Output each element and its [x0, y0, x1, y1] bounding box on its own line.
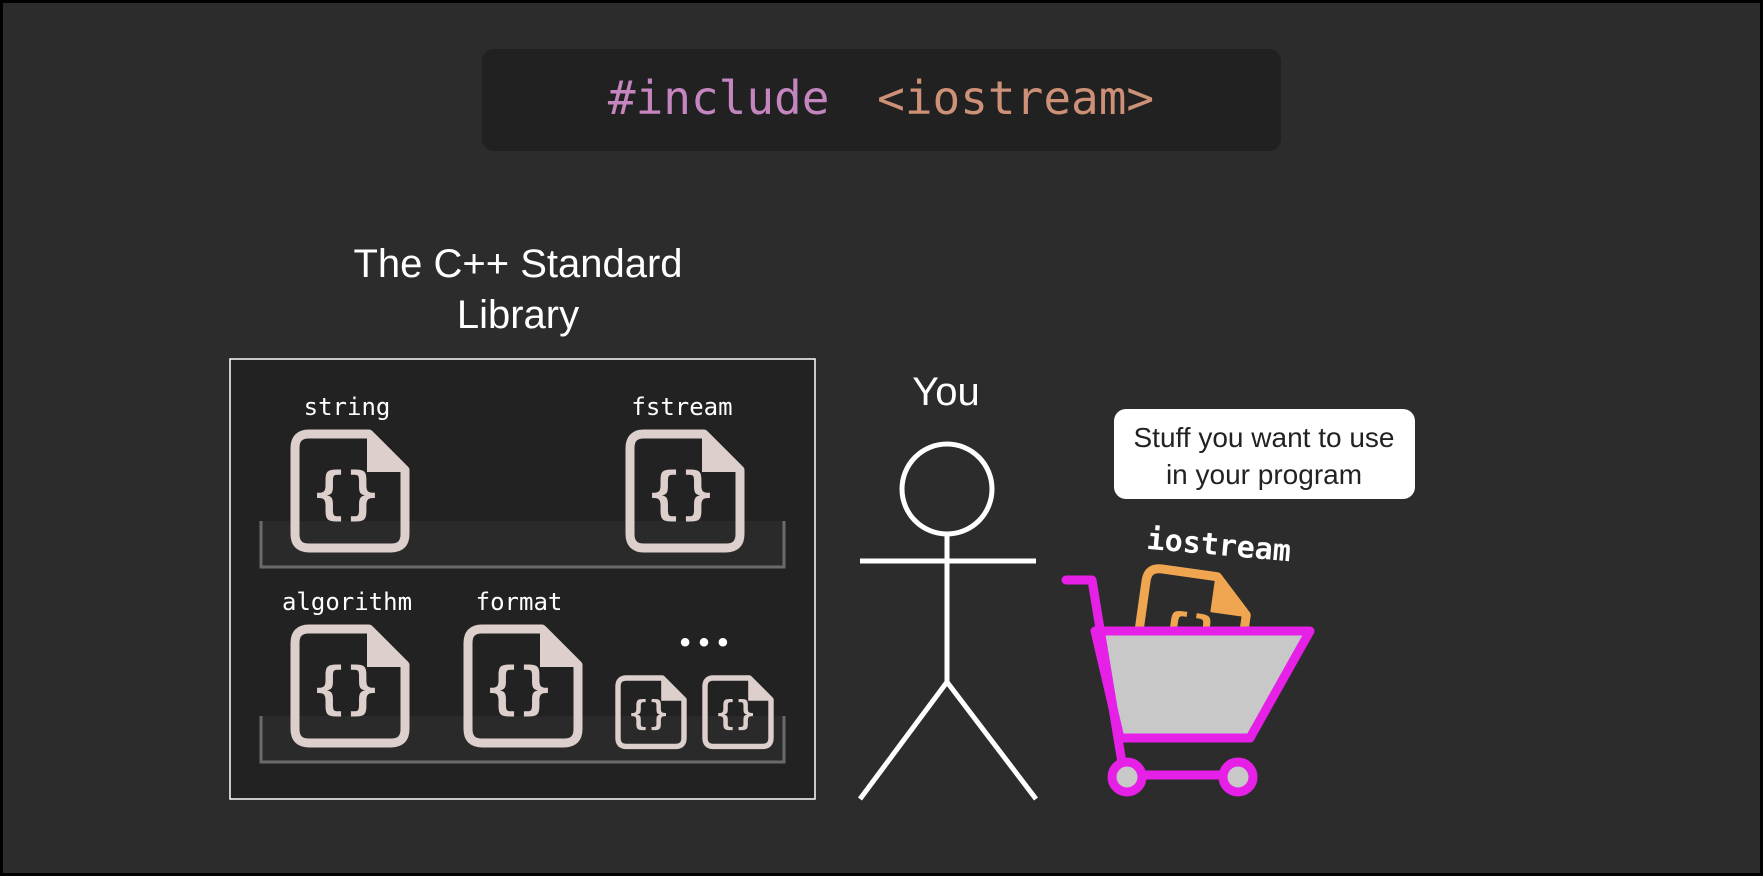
callout-line1: Stuff you want to use [1134, 422, 1395, 453]
callout: Stuff you want to use in your program [1114, 409, 1415, 499]
ellipsis-label: • • • [680, 626, 728, 659]
diagram-canvas: {} #include <iostream> The C++ Standard … [0, 0, 1763, 876]
library-item-algorithm-label: algorithm [282, 588, 412, 616]
code-banner: #include <iostream> [482, 49, 1281, 151]
cart-wheel-left [1107, 757, 1147, 797]
include-keyword: #include [608, 71, 830, 125]
callout-line2: in your program [1166, 459, 1362, 490]
cart-wheel-right [1218, 757, 1258, 797]
shopping-cart: iostream {} [1061, 522, 1315, 797]
cart-item-label: iostream [1145, 522, 1292, 569]
library-title-line2: Library [457, 293, 579, 337]
library-title-line1: The C++ Standard [353, 242, 682, 286]
library-item-fstream-label: fstream [631, 393, 732, 421]
diagram-svg: {} #include <iostream> The C++ Standard … [229, 49, 1415, 801]
library-box: string fstream algorithm format • • • [229, 358, 816, 800]
you-label: You [912, 370, 980, 414]
person: You [857, 370, 1038, 801]
include-directive: #include <iostream> [608, 71, 1154, 125]
stick-figure-icon [857, 441, 1038, 801]
library-item-format-label: format [476, 588, 563, 616]
library-item-string-label: string [304, 393, 391, 421]
include-header: <iostream> [877, 71, 1154, 125]
library-title: The C++ Standard Library [353, 242, 682, 337]
shopping-cart-icon [1090, 626, 1315, 743]
